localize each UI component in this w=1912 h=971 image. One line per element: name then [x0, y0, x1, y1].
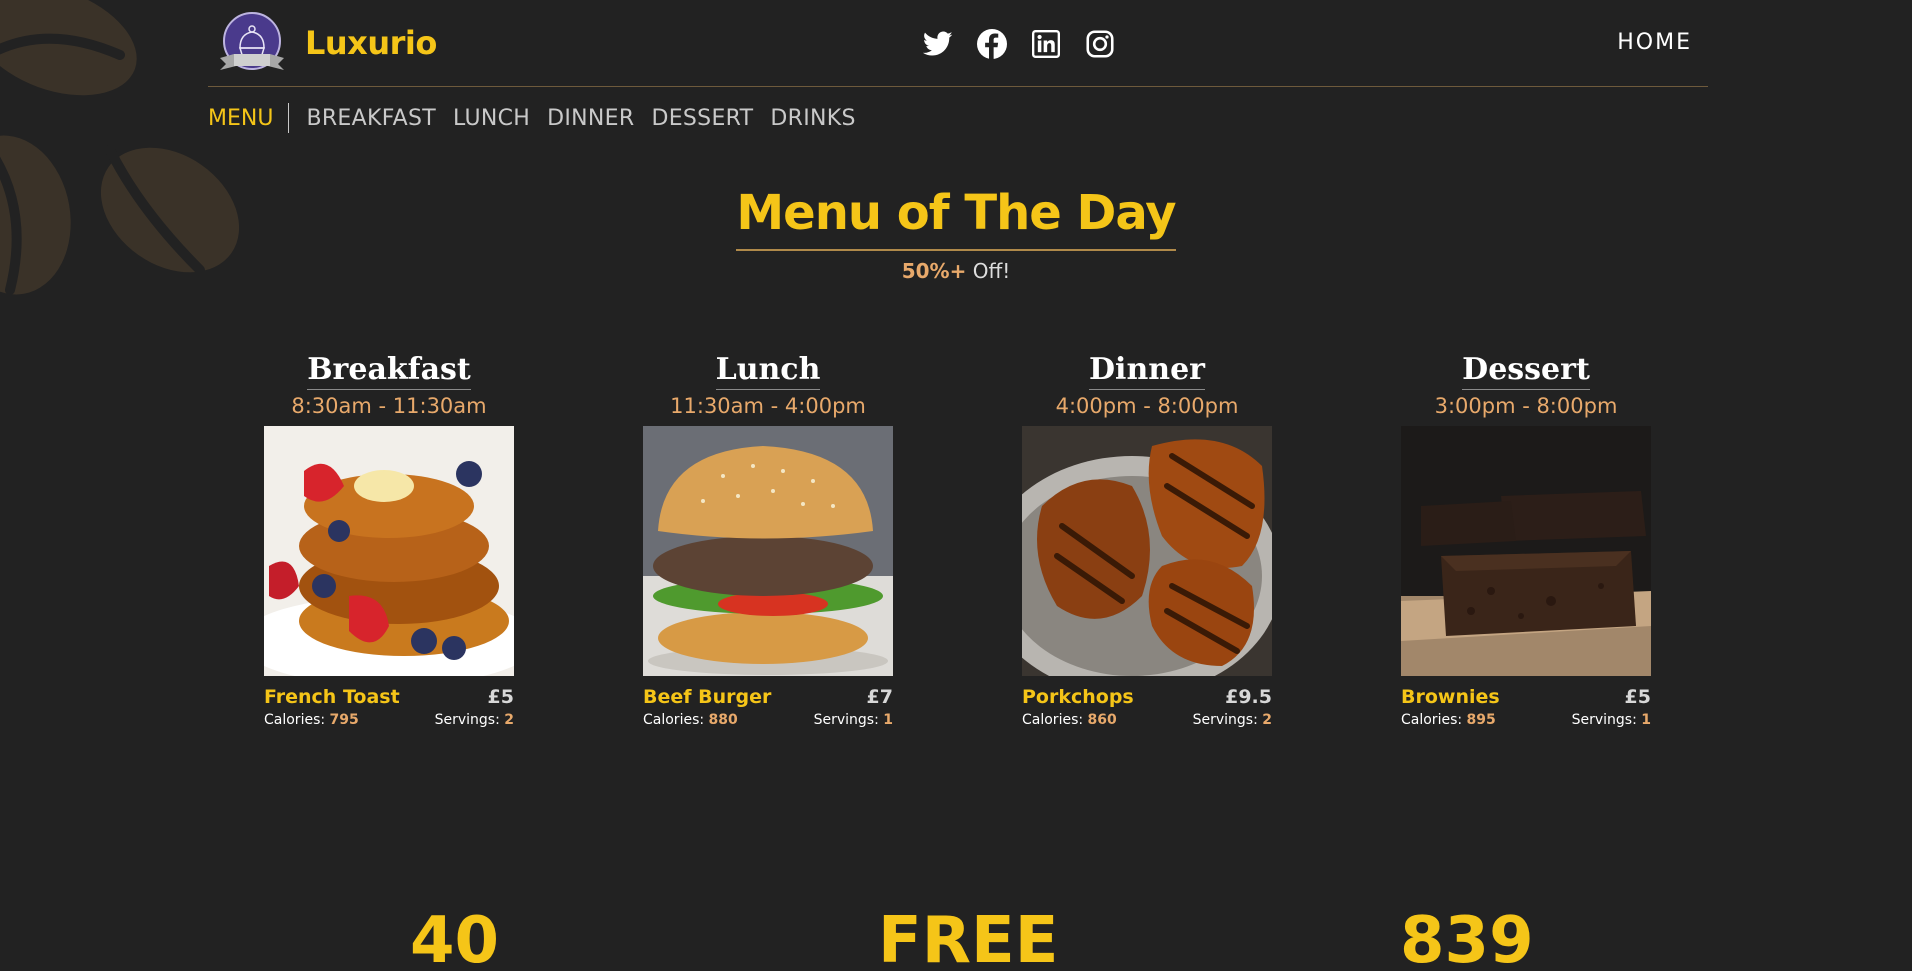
servings-label: Servings:	[434, 712, 500, 728]
calories-info: Calories: 795	[264, 712, 359, 728]
calories-label: Calories:	[264, 712, 326, 728]
menu-nav: MENU BREAKFAST LUNCH DINNER DESSERT DRIN…	[208, 103, 873, 133]
calories-info: Calories: 895	[1401, 712, 1496, 728]
dish-name: Beef Burger	[643, 686, 772, 708]
servings-value: 2	[1262, 712, 1272, 728]
stat-number: 839	[1400, 904, 1534, 971]
card-meta-row: Calories: 795 Servings: 2	[264, 712, 514, 728]
card-title-row: Porkchops £9.5	[1022, 686, 1272, 708]
card-time: 4:00pm - 8:00pm	[1055, 394, 1239, 418]
linkedin-icon[interactable]	[1030, 28, 1062, 60]
stat-free: FREE	[878, 904, 1059, 971]
menu-card-breakfast[interactable]: Breakfast 8:30am - 11:30am French Toast …	[264, 352, 514, 728]
stat-number: 40	[410, 904, 500, 971]
card-title-row: Brownies £5	[1401, 686, 1651, 708]
card-meta-row: Calories: 880 Servings: 1	[643, 712, 893, 728]
dish-price: £7	[866, 686, 893, 708]
calories-info: Calories: 860	[1022, 712, 1117, 728]
card-category: Breakfast	[307, 352, 471, 390]
home-link[interactable]: HOME	[1617, 30, 1692, 55]
card-time: 11:30am - 4:00pm	[670, 394, 866, 418]
nav-item-dessert[interactable]: DESSERT	[651, 106, 753, 131]
calories-value: 860	[1087, 712, 1117, 728]
dish-name: French Toast	[264, 686, 400, 708]
calories-value: 895	[1466, 712, 1496, 728]
menu-of-day-header: Menu of The Day 50%+ Off!	[0, 185, 1912, 283]
card-category: Dessert	[1462, 352, 1590, 390]
calories-value: 880	[708, 712, 738, 728]
brand-name[interactable]: Luxurio	[305, 24, 437, 62]
discount-text: 50%+ Off!	[0, 259, 1912, 283]
calories-label: Calories:	[1022, 712, 1084, 728]
card-title-row: French Toast £5	[264, 686, 514, 708]
servings-label: Servings:	[813, 712, 879, 728]
card-meta-row: Calories: 895 Servings: 1	[1401, 712, 1651, 728]
dish-name: Porkchops	[1022, 686, 1134, 708]
servings-info: Servings: 2	[1193, 712, 1272, 728]
calories-info: Calories: 880	[643, 712, 738, 728]
calories-label: Calories:	[643, 712, 705, 728]
discount-suffix: Off!	[972, 259, 1011, 283]
menu-label[interactable]: MENU	[208, 106, 288, 131]
menu-card-dinner[interactable]: Dinner 4:00pm - 8:00pm Porkchops £9.5 Ca…	[1022, 352, 1272, 728]
servings-info: Servings: 1	[814, 712, 893, 728]
nav-item-breakfast[interactable]: BREAKFAST	[306, 106, 436, 131]
brownies-image[interactable]	[1401, 426, 1651, 676]
servings-info: Servings: 1	[1572, 712, 1651, 728]
logo-badge[interactable]	[218, 12, 286, 74]
dish-price: £9.5	[1225, 686, 1272, 708]
nav-item-dinner[interactable]: DINNER	[547, 106, 634, 131]
french-toast-image[interactable]	[264, 426, 514, 676]
social-links	[922, 28, 1116, 60]
servings-value: 2	[504, 712, 514, 728]
twitter-icon[interactable]	[922, 28, 954, 60]
servings-value: 1	[883, 712, 893, 728]
menu-card-lunch[interactable]: Lunch 11:30am - 4:00pm Beef Burger £7 Ca…	[643, 352, 893, 728]
porkchops-image[interactable]	[1022, 426, 1272, 676]
site-header: Luxurio HOME	[208, 0, 1708, 87]
nav-item-lunch[interactable]: LUNCH	[453, 106, 530, 131]
card-category: Dinner	[1089, 352, 1205, 390]
card-time: 3:00pm - 8:00pm	[1434, 394, 1618, 418]
dish-price: £5	[487, 686, 514, 708]
discount-percent: 50%+	[901, 259, 967, 283]
page-title: Menu of The Day	[736, 185, 1177, 251]
nav-item-drinks[interactable]: DRINKS	[770, 106, 855, 131]
dish-price: £5	[1624, 686, 1651, 708]
calories-value: 795	[329, 712, 359, 728]
servings-label: Servings:	[1571, 712, 1637, 728]
servings-value: 1	[1641, 712, 1651, 728]
servings-label: Servings:	[1192, 712, 1258, 728]
beef-burger-image[interactable]	[643, 426, 893, 676]
card-time: 8:30am - 11:30am	[291, 394, 487, 418]
page: Luxurio HOME MENU BREAKFAST LUNCH DINNER…	[0, 0, 1912, 971]
card-title-row: Beef Burger £7	[643, 686, 893, 708]
menu-card-dessert[interactable]: Dessert 3:00pm - 8:00pm Brownies £5 Calo…	[1401, 352, 1651, 728]
dish-name: Brownies	[1401, 686, 1500, 708]
card-category: Lunch	[715, 352, 821, 390]
card-meta-row: Calories: 860 Servings: 2	[1022, 712, 1272, 728]
servings-info: Servings: 2	[435, 712, 514, 728]
nav-divider	[288, 103, 290, 133]
facebook-icon[interactable]	[976, 28, 1008, 60]
instagram-icon[interactable]	[1084, 28, 1116, 60]
calories-label: Calories:	[1401, 712, 1463, 728]
